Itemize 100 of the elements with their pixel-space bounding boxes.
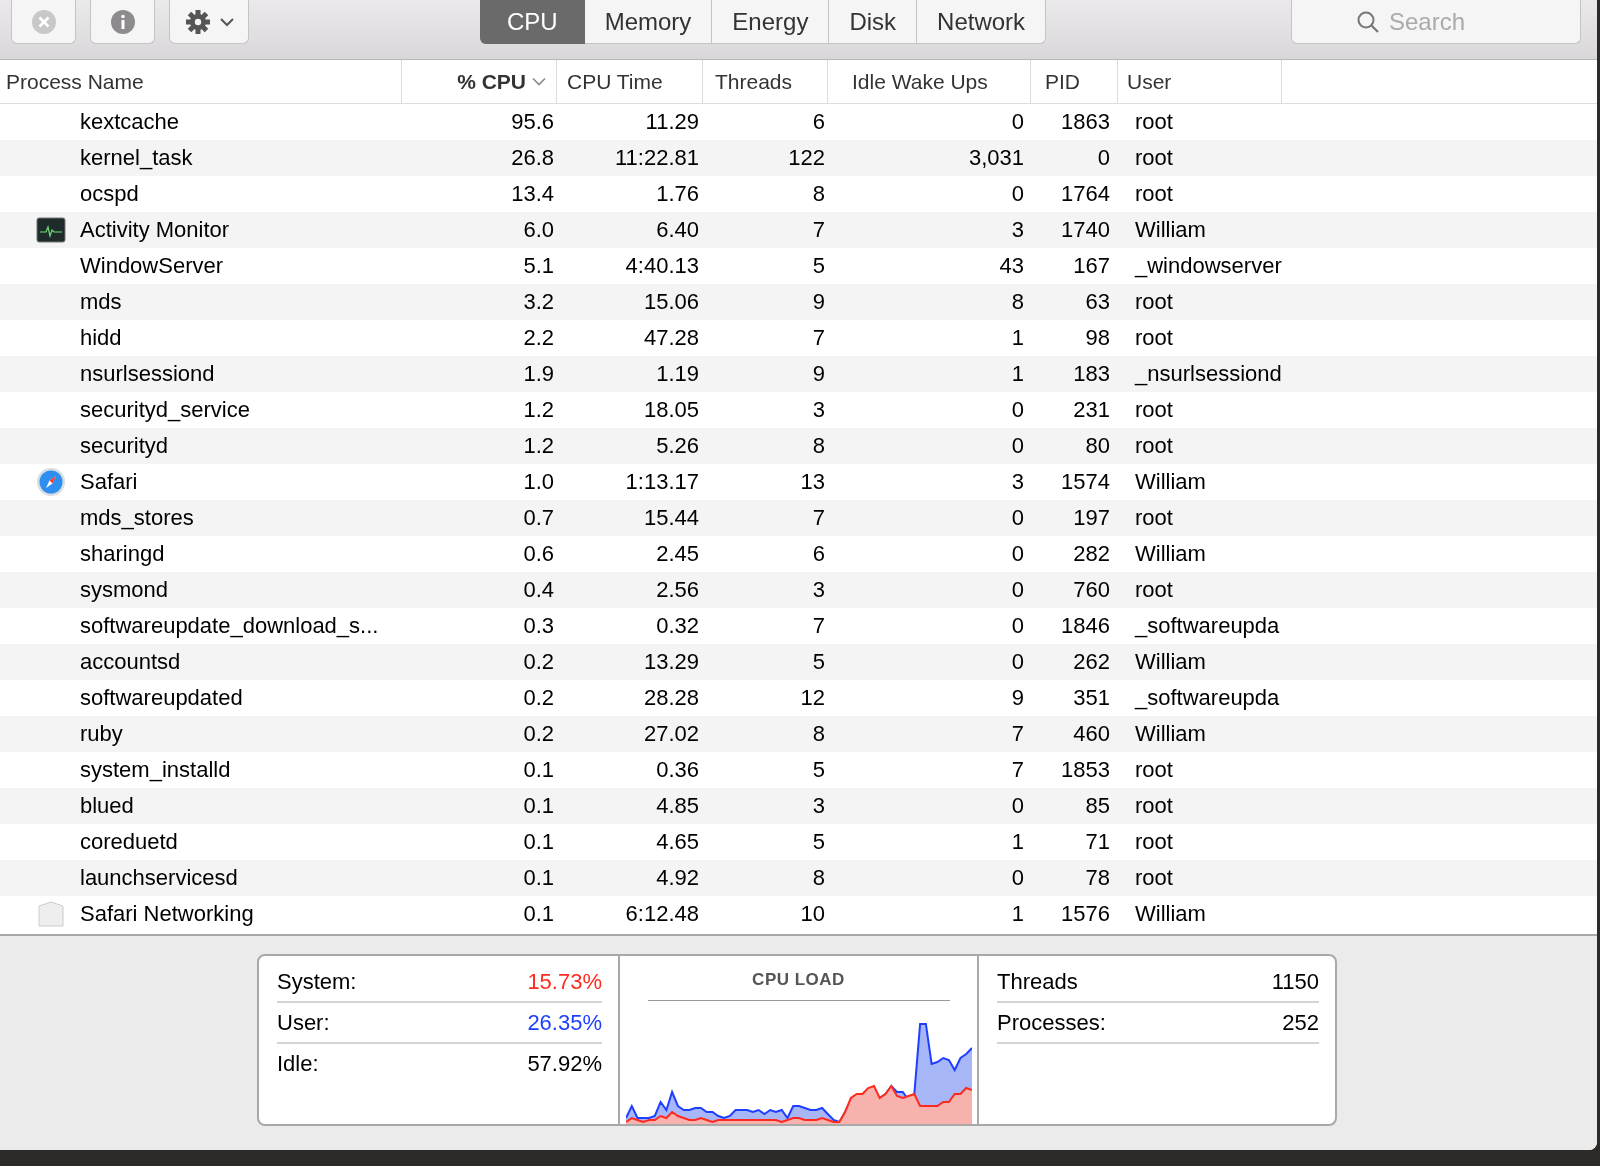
table-cell: 6 [812, 109, 825, 135]
process-name: securityd [80, 433, 169, 459]
info-icon [109, 8, 136, 35]
process-name: sysmond [80, 577, 169, 603]
table-cell: 28.28 [643, 685, 699, 711]
table-cell: William [1135, 217, 1206, 243]
table-cell: 6.40 [656, 217, 699, 243]
table-cell: 27.02 [643, 721, 699, 747]
table-cell: 2.2 [523, 325, 554, 351]
table-cell: 7 [1011, 721, 1024, 747]
table-cell: 8 [1011, 289, 1024, 315]
table-cell: 4:40.13 [625, 253, 699, 279]
column-header[interactable]: PID [1045, 69, 1080, 94]
column-header[interactable]: Threads [715, 69, 793, 94]
table-cell: 0 [1011, 397, 1024, 423]
table-cell: 5 [812, 829, 825, 855]
tab[interactable]: Disk [829, 0, 918, 44]
table-cell: 13.29 [643, 649, 699, 675]
table-cell: 3 [1011, 469, 1024, 495]
table-cell: 18.05 [643, 397, 699, 423]
table-cell: 8 [812, 865, 825, 891]
table-cell: 1 [1011, 325, 1024, 351]
process-name: nsurlsessiond [80, 361, 215, 387]
table-cell: 7 [1011, 757, 1024, 783]
column-header[interactable]: Idle Wake Ups [852, 69, 988, 94]
tab[interactable]: Memory [584, 0, 713, 44]
table-cell: 2.56 [656, 577, 699, 603]
tab[interactable]: Energy [712, 0, 830, 44]
table-cell: 1.76 [656, 181, 699, 207]
stat-value: 15.73% [527, 968, 602, 995]
table-cell: _softwareupda [1135, 685, 1280, 711]
table-cell: 11:22.81 [615, 145, 699, 171]
process-name: ocspd [80, 181, 139, 207]
table-cell: 3 [812, 577, 825, 603]
table-cell: 5 [812, 253, 825, 279]
table-cell: 1.9 [523, 361, 554, 387]
table-cell: 6 [812, 541, 825, 567]
table-cell: 1764 [1061, 181, 1110, 207]
table-cell: 0 [1011, 577, 1024, 603]
process-name: Activity Monitor [80, 217, 230, 243]
table-cell: 282 [1073, 541, 1110, 567]
table-cell: 1863 [1061, 109, 1110, 135]
table-cell: 197 [1073, 505, 1110, 531]
settings-icon [184, 7, 212, 36]
table-cell: 13 [800, 469, 825, 495]
table-cell: _nsurlsessiond [1135, 361, 1282, 387]
column-header[interactable]: CPU Time [567, 69, 663, 94]
table-cell: _softwareupda [1135, 613, 1280, 639]
settings-button[interactable] [169, 0, 249, 44]
close-button[interactable] [11, 0, 76, 44]
table-cell: 0.1 [523, 793, 554, 819]
table-cell: William [1135, 541, 1206, 567]
info-button[interactable] [90, 0, 155, 44]
table-cell: 10 [800, 901, 825, 927]
table-cell: 1 [1011, 361, 1024, 387]
process-name: softwareupdate_download_s... [80, 613, 379, 639]
table-cell: 262 [1073, 649, 1110, 675]
stat-label: Processes: [997, 1009, 1106, 1036]
table-cell: 3 [812, 397, 825, 423]
process-name: system_installd [80, 757, 231, 783]
search-field[interactable]: Search [1291, 0, 1581, 44]
table-cell: 1:13.17 [625, 469, 699, 495]
process-name: mds [80, 289, 122, 315]
tab[interactable]: Network [917, 0, 1047, 44]
stat-value: 57.92% [527, 1050, 602, 1077]
stat-label: Threads [997, 968, 1078, 995]
table-cell: 85 [1085, 793, 1110, 819]
table-cell: 1846 [1061, 613, 1110, 639]
table-cell: 98 [1085, 325, 1110, 351]
table-cell: root [1135, 289, 1173, 315]
table-cell: 7 [812, 505, 825, 531]
table-cell: 7 [812, 325, 825, 351]
table-cell: 8 [812, 433, 825, 459]
process-name: softwareupdated [80, 685, 243, 711]
table-cell: 1.2 [523, 397, 554, 423]
column-header[interactable]: Process Name [6, 69, 144, 94]
table-cell: root [1135, 181, 1173, 207]
table-cell: 0.2 [523, 649, 554, 675]
table-cell: 167 [1073, 253, 1110, 279]
table-cell: 63 [1085, 289, 1110, 315]
table-cell: 0 [1011, 541, 1024, 567]
tab[interactable]: CPU [480, 0, 585, 44]
table-cell: 0.6 [523, 541, 554, 567]
stat-label: System: [277, 968, 357, 995]
table-cell: William [1135, 649, 1206, 675]
table-cell: 7 [812, 613, 825, 639]
table-cell: 231 [1073, 397, 1110, 423]
table-cell: William [1135, 469, 1206, 495]
close-icon [30, 8, 57, 35]
stat-label: Idle: [277, 1050, 319, 1077]
column-header[interactable]: % CPU [457, 69, 526, 94]
table-cell: 15.06 [643, 289, 699, 315]
table-cell: 0.1 [523, 865, 554, 891]
process-name: blued [80, 793, 134, 819]
table-cell: 460 [1073, 721, 1110, 747]
column-header[interactable]: User [1127, 69, 1172, 94]
table-cell: 80 [1085, 433, 1110, 459]
table-cell: root [1135, 433, 1173, 459]
table-cell: root [1135, 145, 1173, 171]
table-cell: 0 [1011, 505, 1024, 531]
